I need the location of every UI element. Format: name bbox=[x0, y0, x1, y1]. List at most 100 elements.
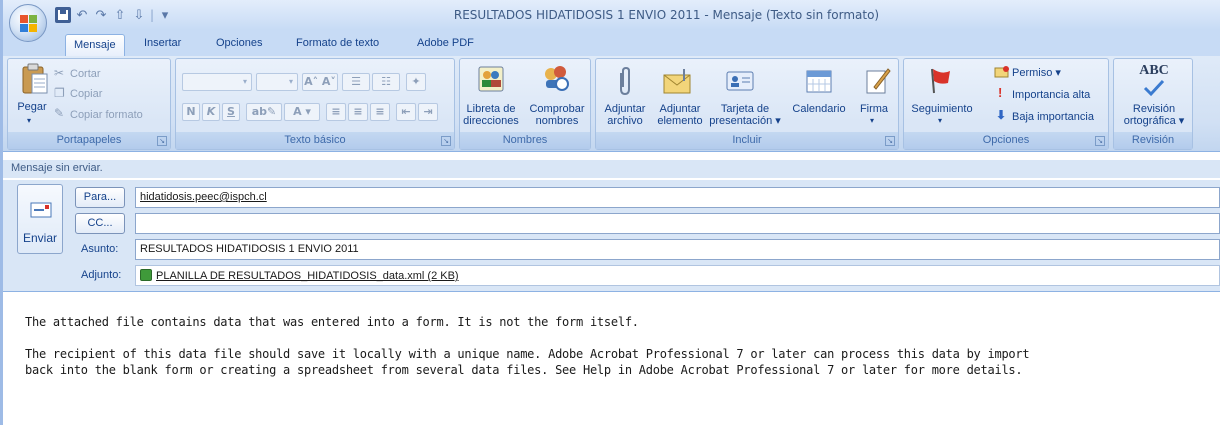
attach-file-button-line1[interactable]: Adjuntar bbox=[602, 103, 648, 115]
address-book-button-line1[interactable]: Libreta de bbox=[462, 103, 520, 115]
body-line-3: back into the blank form or creating a s… bbox=[25, 363, 1023, 377]
font-color-icon[interactable]: A ▾ bbox=[284, 103, 320, 121]
check-names-button-line1[interactable]: Comprobar bbox=[526, 103, 588, 115]
clipboard-launcher-icon[interactable]: ↘ bbox=[157, 136, 167, 146]
spelling-button-line2[interactable]: ortográfica ▾ bbox=[1114, 115, 1194, 127]
numbering-icon[interactable]: ☷ bbox=[372, 73, 400, 91]
send-button-label: Enviar bbox=[22, 231, 57, 245]
options-launcher-icon[interactable]: ↘ bbox=[1095, 136, 1105, 146]
calendar-icon bbox=[806, 70, 832, 93]
copy-button[interactable]: Copiar bbox=[70, 88, 102, 100]
group-label-basic-text: Texto básico bbox=[176, 132, 454, 149]
basic-text-launcher-icon[interactable]: ↘ bbox=[441, 136, 451, 146]
address-book-icon bbox=[478, 66, 504, 92]
clear-formatting-icon[interactable]: ✦ bbox=[406, 73, 426, 91]
body-line-1: The attached file contains data that was… bbox=[25, 315, 639, 329]
attachment-label: Adjunto: bbox=[81, 269, 122, 281]
calendar-button[interactable]: Calendario bbox=[788, 103, 850, 115]
group-basic-text: ▾ ▾ A˄ A˅ ☰ ☷ ✦ N K S ab✎ A ▾ ≡ ≡ ≡ ⇤ ⇥ … bbox=[175, 58, 455, 150]
address-book-button-line2[interactable]: direcciones bbox=[462, 115, 520, 127]
attach-item-button-line1[interactable]: Adjuntar bbox=[654, 103, 706, 115]
xml-file-icon bbox=[140, 269, 152, 281]
tab-insertar[interactable]: Insertar bbox=[144, 37, 181, 49]
attachment-link[interactable]: PLANILLA DE RESULTADOS_HIDATIDOSIS_data.… bbox=[156, 270, 459, 282]
to-button[interactable]: Para... bbox=[75, 187, 125, 208]
group-options: Seguimiento ▾ Permiso ▾ ! Importancia al… bbox=[903, 58, 1109, 150]
tab-mensaje[interactable]: Mensaje bbox=[65, 34, 125, 57]
underline-button[interactable]: S bbox=[222, 103, 240, 121]
increase-indent-icon[interactable]: ⇥ bbox=[418, 103, 438, 121]
tab-formato-de-texto[interactable]: Formato de texto bbox=[296, 37, 379, 49]
cc-button[interactable]: CC... bbox=[75, 213, 125, 234]
paste-icon bbox=[22, 63, 48, 94]
align-center-icon[interactable]: ≡ bbox=[348, 103, 368, 121]
permission-button[interactable]: Permiso ▾ bbox=[1012, 67, 1061, 79]
group-label-include: Incluir bbox=[596, 132, 898, 149]
paste-dropdown-icon[interactable]: ▾ bbox=[27, 115, 31, 127]
font-size-select[interactable]: ▾ bbox=[256, 73, 298, 91]
send-button[interactable]: Enviar bbox=[17, 184, 63, 254]
tab-adobe-pdf[interactable]: Adobe PDF bbox=[417, 37, 474, 49]
window-title: RESULTADOS HIDATIDOSIS 1 ENVIO 2011 - Me… bbox=[453, 8, 880, 22]
ribbon-tab-strip: Mensaje Insertar Opciones Formato de tex… bbox=[3, 30, 1220, 57]
decrease-indent-icon[interactable]: ⇤ bbox=[396, 103, 416, 121]
title-bar: ↶ ↷ ⇧ ⇩ | ▾ RESULTADOS HIDATIDOSIS 1 ENV… bbox=[3, 0, 1220, 30]
office-logo-icon bbox=[20, 15, 38, 33]
align-left-icon[interactable]: ≡ bbox=[326, 103, 346, 121]
abc-label: ABC bbox=[1139, 63, 1169, 78]
attach-file-button-line2[interactable]: archivo bbox=[602, 115, 648, 127]
to-recipient[interactable]: hidatidosis.peec@ispch.cl bbox=[140, 191, 267, 203]
include-launcher-icon[interactable]: ↘ bbox=[885, 136, 895, 146]
spell-check-icon bbox=[1143, 79, 1165, 97]
group-label-names: Nombres bbox=[460, 132, 590, 149]
group-label-clipboard: Portapapeles bbox=[8, 132, 170, 149]
bullets-icon[interactable]: ☰ bbox=[342, 73, 370, 91]
grow-shrink-font-button[interactable]: A˄ A˅ bbox=[302, 73, 338, 91]
follow-up-flag-icon bbox=[931, 68, 950, 94]
signature-button[interactable]: Firma bbox=[856, 103, 892, 115]
high-importance-icon: ! bbox=[998, 85, 1003, 100]
check-names-button-line2[interactable]: nombres bbox=[526, 115, 588, 127]
align-right-icon[interactable]: ≡ bbox=[370, 103, 390, 121]
subject-field[interactable]: RESULTADOS HIDATIDOSIS 1 ENVIO 2011 bbox=[135, 239, 1220, 260]
business-card-button-line1[interactable]: Tarjeta de bbox=[708, 103, 782, 115]
office-button[interactable] bbox=[9, 4, 47, 42]
group-proofing: ABC Revisión ortográfica ▾ Revisión bbox=[1113, 58, 1193, 150]
italic-button[interactable]: K bbox=[202, 103, 220, 121]
group-label-options: Opciones bbox=[904, 132, 1108, 149]
cc-field[interactable] bbox=[135, 213, 1220, 234]
low-importance-button[interactable]: Baja importancia bbox=[1012, 111, 1094, 123]
send-icon bbox=[30, 202, 52, 218]
font-name-select[interactable]: ▾ bbox=[182, 73, 252, 91]
paperclip-icon bbox=[620, 66, 630, 96]
bold-button[interactable]: N bbox=[182, 103, 200, 121]
copy-icon: ❐ bbox=[54, 86, 65, 100]
message-body[interactable]: The attached file contains data that was… bbox=[3, 293, 1220, 425]
format-painter-button[interactable]: Copiar formato bbox=[70, 109, 143, 121]
ribbon: Pegar ▾ ✂ Cortar ❐ Copiar ✎ Copiar forma… bbox=[3, 56, 1220, 152]
outlook-message-window: ↶ ↷ ⇧ ⇩ | ▾ RESULTADOS HIDATIDOSIS 1 ENV… bbox=[0, 0, 1220, 425]
body-line-2: The recipient of this data file should s… bbox=[25, 347, 1030, 361]
highlight-icon[interactable]: ab✎ bbox=[246, 103, 282, 121]
group-label-proofing: Revisión bbox=[1114, 132, 1192, 149]
check-names-icon bbox=[545, 66, 569, 91]
paste-button[interactable]: Pegar bbox=[12, 101, 52, 113]
subject-label: Asunto: bbox=[81, 243, 119, 255]
high-importance-button[interactable]: Importancia alta bbox=[1012, 89, 1090, 101]
group-clipboard: Pegar ▾ ✂ Cortar ❐ Copiar ✎ Copiar forma… bbox=[7, 58, 171, 150]
signature-icon bbox=[866, 68, 891, 94]
attach-item-icon bbox=[663, 69, 691, 94]
cut-button[interactable]: Cortar bbox=[70, 68, 101, 80]
follow-up-button[interactable]: Seguimiento bbox=[906, 103, 978, 115]
low-importance-icon: ⬇ bbox=[996, 108, 1007, 122]
tab-opciones[interactable]: Opciones bbox=[216, 37, 262, 49]
attach-item-button-line2[interactable]: elemento bbox=[654, 115, 706, 127]
business-card-button-line2[interactable]: presentación ▾ bbox=[708, 115, 782, 127]
scissors-icon: ✂ bbox=[54, 66, 65, 80]
to-field[interactable]: hidatidosis.peec@ispch.cl bbox=[135, 187, 1220, 208]
permission-icon bbox=[994, 66, 1009, 78]
follow-up-dropdown-icon[interactable]: ▾ bbox=[938, 115, 942, 127]
group-include: Adjuntar archivo Adjuntar elemento Tarje… bbox=[595, 58, 899, 150]
spelling-button-line1[interactable]: Revisión bbox=[1114, 103, 1194, 115]
signature-dropdown-icon[interactable]: ▾ bbox=[870, 115, 874, 127]
